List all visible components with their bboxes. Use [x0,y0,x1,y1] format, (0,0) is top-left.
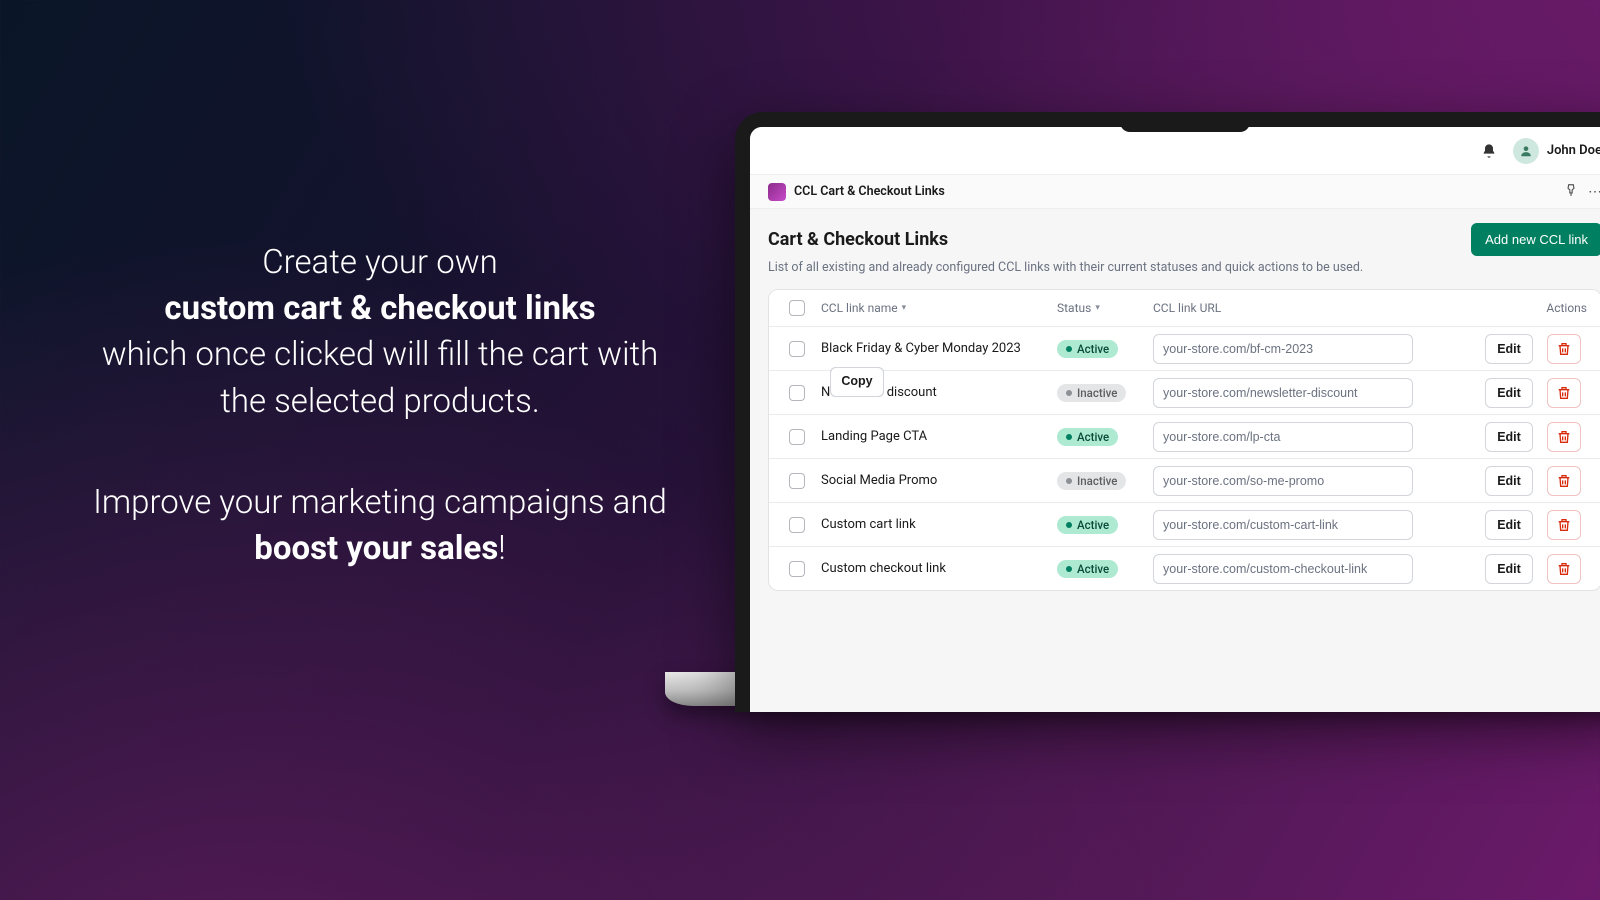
status-dot-icon [1066,434,1072,440]
trash-icon [1556,429,1572,445]
edit-button[interactable]: Edit [1485,554,1533,584]
copy-line: Improve your marketing campaigns and [93,483,667,522]
app-header: CCL Cart & Checkout Links ⋯ [750,175,1600,209]
user-name: John Doe [1547,143,1600,158]
status-dot-icon [1066,566,1072,572]
marketing-copy: Create your own custom cart & checkout l… [80,240,680,572]
status-label: Active [1077,430,1109,444]
sort-icon: ▾ [902,303,907,313]
status-badge: Active [1057,560,1118,578]
table-row: Black Friday & Cyber Monday 2023ActiveCo… [769,326,1600,370]
copy-emphasis: boost your sales [254,529,498,568]
link-url-input[interactable] [1153,334,1413,364]
table-row: Newsletter discountInactiveCopyEdit [769,370,1600,414]
link-url-input[interactable] [1153,510,1413,540]
status-dot-icon [1066,346,1072,352]
laptop-mockup: John Doe CCL Cart & Checkout Links ⋯ Car… [735,112,1600,712]
trash-icon [1556,341,1572,357]
link-name: Social Media Promo [821,473,1051,488]
link-name: Black Friday & Cyber Monday 2023 [821,341,1051,356]
table-row: Custom cart linkActiveCopyEdit [769,502,1600,546]
pin-icon[interactable] [1564,183,1578,200]
link-url-input[interactable] [1153,466,1413,496]
user-menu[interactable]: John Doe [1513,138,1600,164]
trash-icon [1556,473,1572,489]
delete-button[interactable] [1547,554,1581,584]
trash-icon [1556,517,1572,533]
row-checkbox[interactable] [789,429,805,445]
table-header: CCL link name ▾ Status ▾ CCL link URL Ac… [769,290,1600,326]
status-badge: Inactive [1057,472,1126,490]
delete-button[interactable] [1547,510,1581,540]
copy-line: ! [498,529,505,568]
status-label: Active [1077,342,1109,356]
status-badge: Inactive [1057,384,1126,402]
status-label: Inactive [1077,386,1117,400]
status-badge: Active [1057,428,1118,446]
status-label: Active [1077,518,1109,532]
more-icon[interactable]: ⋯ [1588,185,1600,199]
col-header-url: CCL link URL [1153,301,1413,315]
notifications-icon[interactable] [1481,143,1497,159]
sort-icon: ▾ [1095,303,1100,313]
trash-icon [1556,561,1572,577]
link-url-input[interactable] [1153,554,1413,584]
app-icon [768,183,786,201]
col-header-name[interactable]: CCL link name ▾ [821,301,1051,315]
link-name: Landing Page CTA [821,429,1051,444]
links-table: CCL link name ▾ Status ▾ CCL link URL Ac… [768,289,1600,591]
table-row: Custom checkout linkActiveCopyEdit [769,546,1600,590]
title-bar: Cart & Checkout Links Add new CCL link [768,223,1600,256]
copy-emphasis: custom cart & checkout links [164,289,595,328]
copy-line: which once clicked will fill the cart wi… [102,335,659,420]
add-new-link-button[interactable]: Add new CCL link [1471,223,1600,256]
copy-line: Create your own [262,243,498,282]
delete-button[interactable] [1547,466,1581,496]
row-checkbox[interactable] [789,341,805,357]
row-checkbox[interactable] [789,561,805,577]
link-name: Custom checkout link [821,561,1051,576]
table-row: Social Media PromoInactiveCopyEdit [769,458,1600,502]
status-dot-icon [1066,478,1072,484]
edit-button[interactable]: Edit [1485,378,1533,408]
page-content: Cart & Checkout Links Add new CCL link L… [750,209,1600,712]
link-url-input[interactable] [1153,422,1413,452]
top-bar: John Doe [750,127,1600,175]
laptop-notch [1120,112,1250,132]
page-title: Cart & Checkout Links [768,229,948,250]
edit-button[interactable]: Edit [1485,466,1533,496]
status-dot-icon [1066,522,1072,528]
edit-button[interactable]: Edit [1485,510,1533,540]
status-dot-icon [1066,390,1072,396]
page-subtitle: List of all existing and already configu… [768,260,1600,275]
status-label: Active [1077,562,1109,576]
delete-button[interactable] [1547,378,1581,408]
edit-button[interactable]: Edit [1485,334,1533,364]
edit-button[interactable]: Edit [1485,422,1533,452]
table-row: Landing Page CTAActiveCopyEdit [769,414,1600,458]
trash-icon [1556,385,1572,401]
laptop-bezel: John Doe CCL Cart & Checkout Links ⋯ Car… [735,112,1600,712]
link-name: Custom cart link [821,517,1051,532]
status-badge: Active [1057,516,1118,534]
col-header-actions: Actions [1419,301,1591,315]
avatar-icon [1513,138,1539,164]
status-badge: Active [1057,340,1118,358]
row-checkbox[interactable] [789,385,805,401]
row-checkbox[interactable] [789,517,805,533]
col-header-status-label: Status [1057,301,1091,315]
link-url-input[interactable] [1153,378,1413,408]
col-header-name-label: CCL link name [821,301,898,315]
copy-button[interactable]: Copy [830,367,884,397]
delete-button[interactable] [1547,422,1581,452]
select-all-checkbox[interactable] [789,300,805,316]
col-header-status[interactable]: Status ▾ [1057,301,1147,315]
app-name: CCL Cart & Checkout Links [794,184,1556,199]
app-screen: John Doe CCL Cart & Checkout Links ⋯ Car… [750,127,1600,712]
delete-button[interactable] [1547,334,1581,364]
row-checkbox[interactable] [789,473,805,489]
status-label: Inactive [1077,474,1117,488]
